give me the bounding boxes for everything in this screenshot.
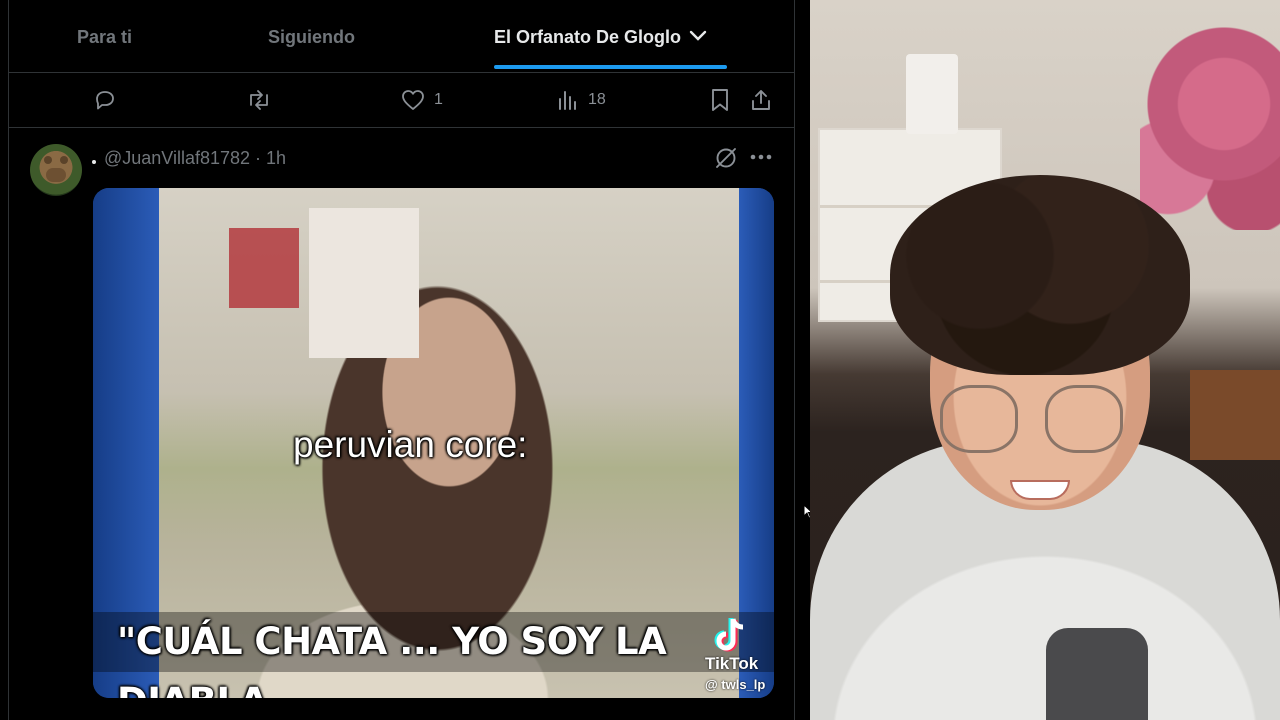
timeline-tabs: Para ti Siguiendo El Orfanato De Gloglo xyxy=(9,0,794,73)
feed-panel: Para ti Siguiendo El Orfanato De Gloglo … xyxy=(0,0,810,720)
reply-icon xyxy=(96,91,114,110)
heart-icon xyxy=(402,90,424,110)
repost-button[interactable] xyxy=(246,87,272,113)
video-caption-bottom: "CUÁL CHATA ... YO SOY LA DIABLA xyxy=(93,612,774,698)
tiktok-logo-icon xyxy=(714,618,744,652)
post-header: @JuanVillaf81782 · 1h xyxy=(9,128,794,196)
repost-icon xyxy=(250,90,268,110)
bookmark-button[interactable] xyxy=(710,87,730,113)
post-video[interactable]: peruvian core: "CUÁL CHATA ... YO SOY LA… xyxy=(93,188,774,698)
microphone xyxy=(1046,628,1148,720)
more-options-icon[interactable] xyxy=(750,154,772,160)
avatar[interactable] xyxy=(30,144,82,196)
tab-orfanato-label: El Orfanato De Gloglo xyxy=(494,27,682,47)
chevron-down-icon xyxy=(689,31,707,41)
video-caption-top: peruvian core: xyxy=(293,424,528,465)
grok-icon[interactable] xyxy=(714,146,738,170)
watermark-user: @ twls_lp xyxy=(705,677,766,692)
views-icon xyxy=(559,91,576,110)
tab-orfanato[interactable]: El Orfanato De Gloglo xyxy=(494,0,707,72)
display-name-dot xyxy=(92,160,96,164)
active-tab-indicator xyxy=(494,65,727,69)
views-count: 18 xyxy=(588,91,606,108)
webcam-feed xyxy=(810,0,1280,720)
post-action-bar: 1 18 xyxy=(9,73,794,128)
views-button[interactable]: 18 xyxy=(557,87,606,113)
share-button[interactable] xyxy=(750,87,772,113)
tab-para-ti[interactable]: Para ti xyxy=(77,0,132,72)
reply-button[interactable] xyxy=(93,87,117,113)
like-button[interactable]: 1 xyxy=(401,87,443,113)
watermark-brand: TikTok xyxy=(705,654,759,673)
share-icon xyxy=(752,90,770,110)
like-count: 1 xyxy=(434,91,443,108)
tab-siguiendo[interactable]: Siguiendo xyxy=(268,0,355,72)
post-handle-time[interactable]: @JuanVillaf81782 · 1h xyxy=(104,148,286,169)
bookmark-icon xyxy=(712,89,728,111)
screen: Para ti Siguiendo El Orfanato De Gloglo … xyxy=(0,0,1280,720)
timeline-column: Para ti Siguiendo El Orfanato De Gloglo … xyxy=(8,0,795,720)
